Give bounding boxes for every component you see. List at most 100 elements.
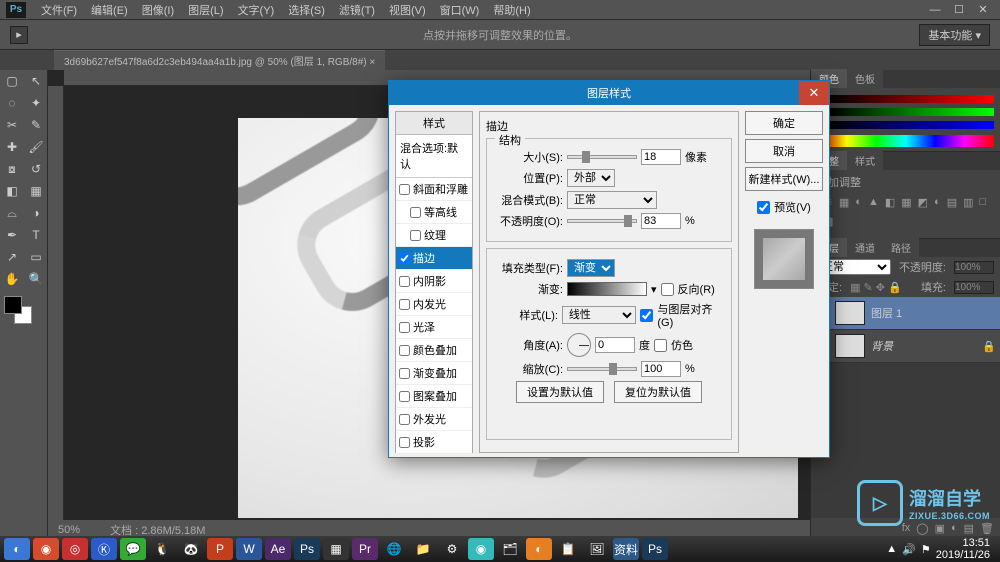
dialog-close-button[interactable]: ✕ xyxy=(799,81,829,105)
adj-icon[interactable]: ◐ xyxy=(934,196,941,209)
zoom-level[interactable]: 50% xyxy=(58,524,80,536)
gradient-dropdown-icon[interactable]: ▾ xyxy=(651,283,657,296)
blendmode-select[interactable]: 正常 xyxy=(567,191,657,209)
task-icon[interactable]: ◉ xyxy=(33,538,59,560)
menu-view[interactable]: 视图(V) xyxy=(382,0,433,20)
style-item-1[interactable]: 等高线 xyxy=(396,201,472,224)
stamp-tool-icon[interactable]: ⧇ xyxy=(0,158,24,180)
opacity-slider[interactable] xyxy=(567,219,637,223)
brush-tool-icon[interactable]: 🖌 xyxy=(24,136,48,158)
tray-icon[interactable]: ▲ xyxy=(886,543,897,555)
scale-input[interactable] xyxy=(641,361,681,377)
clock[interactable]: 13:51 2019/11/26 xyxy=(936,537,990,561)
layer-row-bg[interactable]: 👁 背景 🔒 xyxy=(811,330,1000,363)
style-checkbox[interactable] xyxy=(399,414,410,425)
color-ramp[interactable] xyxy=(817,135,994,147)
qq-icon[interactable]: 🐧 xyxy=(149,538,175,560)
task-icon[interactable]: ◐ xyxy=(526,538,552,560)
scale-slider[interactable] xyxy=(567,367,637,371)
gradient-preview[interactable] xyxy=(567,282,647,296)
task-icon[interactable]: Ⓚ xyxy=(91,538,117,560)
task-icon[interactable]: 🖼 xyxy=(584,538,610,560)
style-checkbox[interactable] xyxy=(399,299,410,310)
ps-icon[interactable]: Ps xyxy=(294,538,320,560)
style-item-4[interactable]: 内阴影 xyxy=(396,270,472,293)
task-icon[interactable]: 🐼 xyxy=(178,538,204,560)
styles-head[interactable]: 样式 xyxy=(396,112,472,135)
task-icon[interactable]: 🌐 xyxy=(381,538,407,560)
preview-checkbox[interactable] xyxy=(757,201,770,214)
ok-button[interactable]: 确定 xyxy=(745,111,823,135)
style-item-3[interactable]: 描边 xyxy=(396,247,472,270)
style-checkbox[interactable] xyxy=(410,207,421,218)
wand-tool-icon[interactable]: ✦ xyxy=(24,92,48,114)
ppt-icon[interactable]: P xyxy=(207,538,233,560)
menu-type[interactable]: 文字(Y) xyxy=(231,0,282,20)
menu-image[interactable]: 图像(I) xyxy=(135,0,181,20)
type-tool-icon[interactable]: T xyxy=(24,224,48,246)
menu-select[interactable]: 选择(S) xyxy=(281,0,332,20)
style-item-2[interactable]: 纹理 xyxy=(396,224,472,247)
history-brush-icon[interactable]: ↺ xyxy=(24,158,48,180)
angle-dial[interactable] xyxy=(567,333,591,357)
style-checkbox[interactable] xyxy=(399,276,410,287)
filltype-select[interactable]: 渐变 xyxy=(567,259,615,277)
adj-icon[interactable]: ▦ xyxy=(901,196,911,209)
angle-input[interactable] xyxy=(595,337,635,353)
r-slider[interactable] xyxy=(829,95,994,103)
menu-edit[interactable]: 编辑(E) xyxy=(84,0,135,20)
shape-tool-icon[interactable]: ▭ xyxy=(24,246,48,268)
pen-tool-icon[interactable]: ✒ xyxy=(0,224,24,246)
style-item-10[interactable]: 外发光 xyxy=(396,408,472,431)
color-swatch[interactable] xyxy=(4,296,32,324)
menu-layer[interactable]: 图层(L) xyxy=(181,0,230,20)
menu-file[interactable]: 文件(F) xyxy=(34,0,84,20)
task-icon[interactable]: 资料 xyxy=(613,538,639,560)
style-item-5[interactable]: 内发光 xyxy=(396,293,472,316)
style-checkbox[interactable] xyxy=(399,184,410,195)
task-icon[interactable]: ⚙ xyxy=(439,538,465,560)
style-checkbox[interactable] xyxy=(399,253,410,264)
size-slider[interactable] xyxy=(567,155,637,159)
task-icon[interactable]: 📋 xyxy=(555,538,581,560)
pr-icon[interactable]: Pr xyxy=(352,538,378,560)
document-tab[interactable]: 3d69b627ef547f8a6d2c3eb494aa4a1b.jpg @ 5… xyxy=(54,50,385,70)
style-checkbox[interactable] xyxy=(399,391,410,402)
style-checkbox[interactable] xyxy=(410,230,421,241)
blur-tool-icon[interactable]: ⌓ xyxy=(0,202,24,224)
tab-swatches[interactable]: 色板 xyxy=(847,69,883,88)
dialog-title[interactable]: 图层样式 ✕ xyxy=(389,81,829,105)
adj-icon[interactable]: ◧ xyxy=(885,196,895,209)
align-checkbox[interactable] xyxy=(640,309,653,322)
layer-row-1[interactable]: 👁 图层 1 xyxy=(811,297,1000,330)
new-style-button[interactable]: 新建样式(W)... xyxy=(745,167,823,191)
maximize-icon[interactable]: ☐ xyxy=(948,3,970,17)
g-slider[interactable] xyxy=(830,108,994,116)
adj-icon[interactable]: ▦ xyxy=(839,196,849,209)
zoom-tool-icon[interactable]: 🔍 xyxy=(24,268,48,290)
dodge-tool-icon[interactable]: ◑ xyxy=(24,202,48,224)
style-checkbox[interactable] xyxy=(399,345,410,356)
task-icon[interactable]: ◎ xyxy=(62,538,88,560)
dither-checkbox[interactable] xyxy=(654,339,667,352)
minimize-icon[interactable]: — xyxy=(924,3,946,17)
ae-icon[interactable]: Ae xyxy=(265,538,291,560)
style-checkbox[interactable] xyxy=(399,322,410,333)
adj-icon[interactable]: ◩ xyxy=(918,196,928,209)
tab-styles[interactable]: 样式 xyxy=(847,151,883,170)
tray-icon[interactable]: 🔊 xyxy=(902,543,916,556)
ps-task-icon[interactable]: Ps xyxy=(642,538,668,560)
tab-channels[interactable]: 通道 xyxy=(847,238,883,257)
menu-filter[interactable]: 滤镜(T) xyxy=(332,0,382,20)
blend-defaults[interactable]: 混合选项:默认 xyxy=(396,135,472,178)
close-icon[interactable]: ✕ xyxy=(972,3,994,17)
b-slider[interactable] xyxy=(828,121,994,129)
menu-help[interactable]: 帮助(H) xyxy=(486,0,537,20)
move-tool-indicator[interactable]: ▸ xyxy=(10,26,28,44)
reverse-checkbox[interactable] xyxy=(661,283,674,296)
style-item-8[interactable]: 渐变叠加 xyxy=(396,362,472,385)
task-icon[interactable]: 🗂 xyxy=(497,538,523,560)
workspace-picker[interactable]: 基本功能 ▾ xyxy=(919,24,990,46)
start-icon[interactable]: ◐ xyxy=(4,538,30,560)
style-item-9[interactable]: 图案叠加 xyxy=(396,385,472,408)
